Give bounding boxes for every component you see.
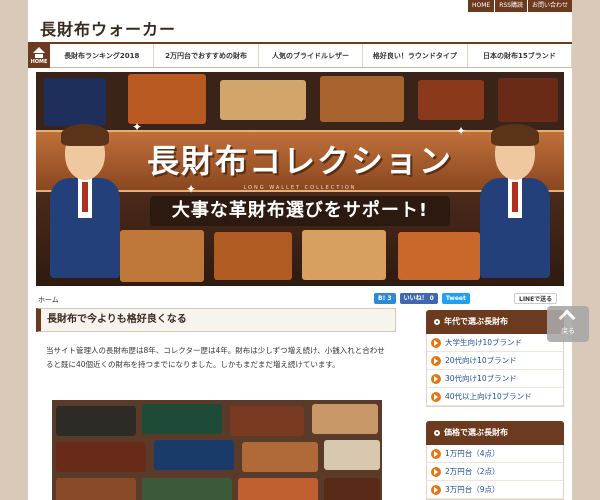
main-nav: HOME 長財布ランキング2018 2万円台でおすすめの財布 人気のブライドルレ… <box>28 42 573 68</box>
list-item[interactable]: 2万円台（2点） <box>427 463 563 481</box>
widget-title-price-label: 価格で選ぶ長財布 <box>444 428 508 437</box>
list-item[interactable]: 大学生向け10ブランド <box>427 334 563 352</box>
list-item[interactable]: 1万円台（4点） <box>427 445 563 463</box>
arrow-right-icon <box>431 466 441 477</box>
wallet-image <box>312 404 378 434</box>
back-button-label: 戻る <box>561 327 575 335</box>
age-list: 大学生向け10ブランド 20代向け10ブランド 30代向け10ブランド 40代以… <box>426 334 564 407</box>
list-item-label: 30代向け10ブランド <box>445 373 517 383</box>
illustration-man-right <box>480 124 550 280</box>
tweet-button[interactable]: Tweet <box>441 293 470 304</box>
sparkle-icon: ✦ <box>132 120 143 134</box>
list-item[interactable]: 40代以上向け10ブランド <box>427 388 563 406</box>
main-content: 長財布で今よりも格好良くなる 当サイト管理人の長財布歴は8年、コレクター歴は4年… <box>36 308 396 500</box>
back-to-top-button[interactable]: 戻る <box>547 306 589 342</box>
list-item-label: 2万円台（2点） <box>445 466 500 476</box>
price-list: 1万円台（4点） 2万円台（2点） 3万円台（9点） <box>426 445 564 500</box>
hero-banner[interactable]: 長財布コレクション LONG WALLET COLLECTION 大事な革財布選… <box>36 72 564 286</box>
nav-item-price[interactable]: 2万円台でおすすめの財布 <box>154 44 259 67</box>
list-item[interactable]: 30代向け10ブランド <box>427 370 563 388</box>
arrow-right-icon <box>431 484 441 495</box>
article-title: 長財布で今よりも格好良くなる <box>36 308 396 332</box>
nav-item-bridle[interactable]: 人気のブライドルレザー <box>259 44 364 67</box>
wallet-image <box>142 478 232 500</box>
wallet-image <box>324 440 380 470</box>
home-icon <box>33 47 45 53</box>
arrow-right-icon <box>431 373 441 384</box>
wallet-image <box>56 478 136 500</box>
nav-item-brands[interactable]: 日本の財布15ブランド <box>468 44 573 67</box>
widget-title-age: 年代で選ぶ長財布 <box>426 310 564 334</box>
wallet-image <box>56 442 146 472</box>
nav-home-button[interactable]: HOME <box>28 44 50 68</box>
wallet-image <box>320 76 404 122</box>
wallet-collection-photo <box>52 400 382 500</box>
circle-icon <box>434 319 440 325</box>
widget-title-price: 価格で選ぶ長財布 <box>426 421 564 445</box>
list-item-label: 20代向け10ブランド <box>445 355 517 365</box>
top-links: HOME RSS購読 お問い合わせ <box>467 0 572 12</box>
site-title[interactable]: 長財布ウォーカー <box>40 16 176 40</box>
banner-tagline: 大事な革財布選びをサポート! <box>150 196 450 226</box>
illustration-tie <box>82 182 88 212</box>
sidebar: 年代で選ぶ長財布 大学生向け10ブランド 20代向け10ブランド 30代向け10… <box>426 310 564 500</box>
chevron-up-icon <box>558 309 576 327</box>
sparkle-icon: ✦ <box>456 124 467 138</box>
top-link-rss[interactable]: RSS購読 <box>495 0 527 12</box>
share-buttons: B! 3 いいね！ 0 Tweet <box>374 293 470 304</box>
breadcrumb[interactable]: ホーム <box>38 295 59 305</box>
arrow-right-icon <box>431 337 441 348</box>
sparkle-icon: ✦ <box>186 182 197 196</box>
illustration-man-left <box>50 124 120 280</box>
circle-icon <box>434 430 440 436</box>
wallet-image <box>324 478 380 500</box>
illustration-hair <box>491 124 539 146</box>
wallet-image <box>214 232 292 280</box>
facebook-like-button[interactable]: いいね！ 0 <box>399 293 438 304</box>
arrow-right-icon <box>431 448 441 459</box>
wallet-image <box>56 406 136 436</box>
list-item[interactable]: 20代向け10ブランド <box>427 352 563 370</box>
wallet-image <box>230 406 304 436</box>
line-share: LINEで送る <box>514 293 558 304</box>
nav-item-round[interactable]: 格好良い！ラウンドタイプ <box>363 44 468 67</box>
wallet-image <box>302 230 386 280</box>
top-link-contact[interactable]: お問い合わせ <box>527 0 572 12</box>
illustration-tie <box>512 182 518 212</box>
list-item-label: 3万円台（9点） <box>445 484 500 494</box>
line-share-button[interactable]: LINEで送る <box>514 293 558 304</box>
wallet-image <box>418 80 484 120</box>
nav-home-label: HOME <box>30 59 48 65</box>
home-icon-base <box>35 54 43 58</box>
list-item[interactable]: 3万円台（9点） <box>427 481 563 499</box>
top-link-home[interactable]: HOME <box>467 0 495 12</box>
widget-title-age-label: 年代で選ぶ長財布 <box>444 317 508 326</box>
nav-item-ranking[interactable]: 長財布ランキング2018 <box>50 44 155 67</box>
list-item-label: 大学生向け10ブランド <box>445 337 523 347</box>
wallet-image <box>128 74 206 124</box>
wallet-image <box>142 404 222 434</box>
list-item-label: 1万円台（4点） <box>445 448 500 458</box>
wallet-image <box>238 478 318 500</box>
wallet-image <box>498 78 558 122</box>
wallet-image <box>154 440 234 470</box>
article-intro: 当サイト管理人の長財布歴は8年、コレクター歴は4年。財布は少しずつ増え続け、小銭… <box>46 346 385 369</box>
page: HOME RSS購読 お問い合わせ 長財布ウォーカー HOME 長財布ランキング… <box>28 0 573 500</box>
wallet-image <box>44 78 106 126</box>
illustration-hair <box>61 124 109 146</box>
arrow-right-icon <box>431 391 441 402</box>
wallet-image <box>120 230 204 282</box>
list-item-label: 40代以上向け10ブランド <box>445 391 532 401</box>
hatena-share-button[interactable]: B! 3 <box>374 293 396 304</box>
wallet-image <box>220 80 306 120</box>
wallet-image <box>242 442 318 472</box>
arrow-right-icon <box>431 355 441 366</box>
wallet-image <box>398 232 480 280</box>
